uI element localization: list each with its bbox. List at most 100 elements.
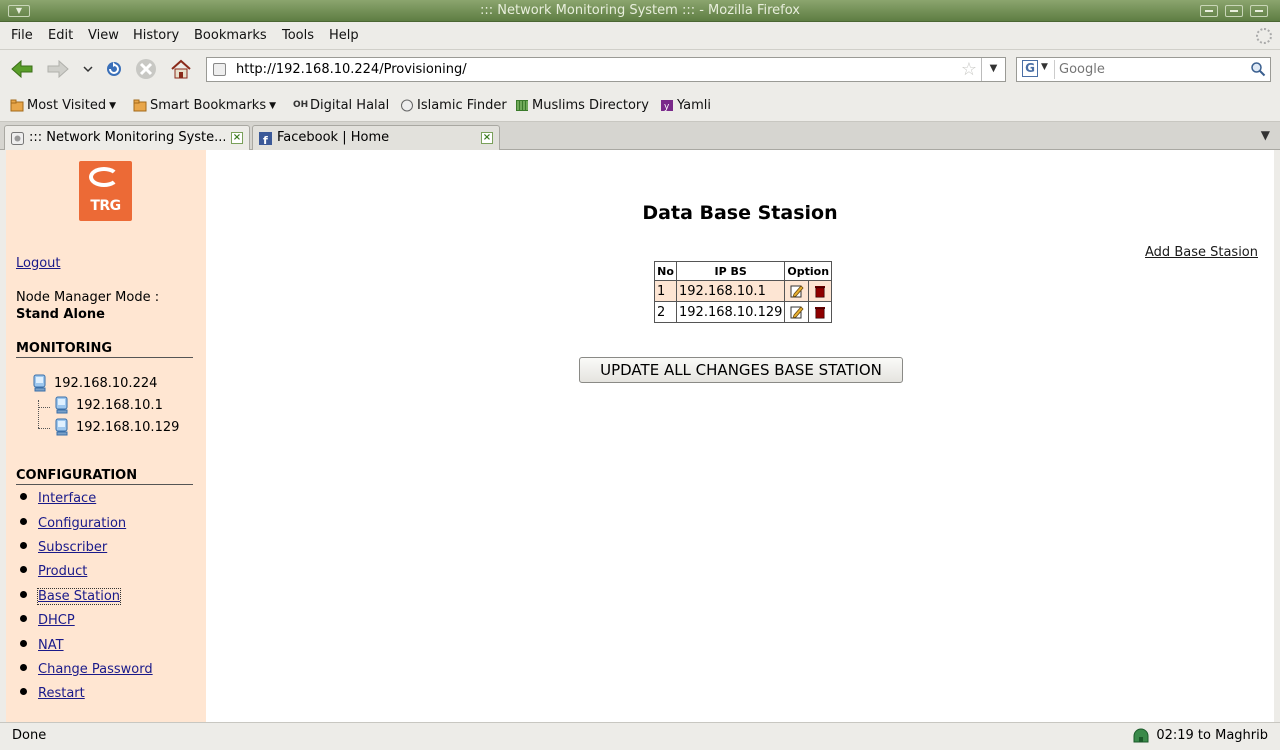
page-icon: [401, 99, 413, 112]
history-dropdown-button[interactable]: [76, 58, 100, 80]
trg-logo: TRG: [79, 161, 132, 221]
bullet-icon: [20, 493, 27, 500]
bookmark-smart-bookmarks[interactable]: Smart Bookmarks ▼: [133, 98, 276, 113]
reload-button[interactable]: [102, 58, 126, 80]
stop-icon: [136, 59, 156, 79]
tab-facebook[interactable]: f Facebook | Home ×: [252, 125, 500, 150]
computer-icon: [33, 374, 46, 392]
config-link-configuration[interactable]: Configuration: [38, 516, 126, 531]
search-bar[interactable]: G ▼: [1016, 57, 1271, 82]
search-input[interactable]: [1059, 61, 1249, 78]
status-bar: Done 02:19 to Maghrib: [0, 722, 1280, 750]
chevron-down-icon: ▼: [109, 100, 117, 111]
menu-edit[interactable]: Edit: [48, 28, 73, 43]
menu-help[interactable]: Help: [329, 28, 359, 43]
bookmark-digital-halal[interactable]: OH Digital Halal: [293, 98, 389, 113]
yamli-icon: y: [661, 100, 673, 112]
menu-bar: File Edit View History Bookmarks Tools H…: [0, 22, 1280, 50]
svg-text:f: f: [263, 134, 268, 145]
config-link-change-password[interactable]: Change Password: [38, 662, 153, 677]
chevron-down-icon: ▼: [269, 100, 277, 111]
address-bar[interactable]: http://192.168.10.224/Provisioning/ ☆ ▼: [206, 57, 1006, 82]
tab-list-chevron-icon[interactable]: ▼: [1261, 128, 1270, 142]
digital-halal-icon: OH: [293, 100, 309, 110]
url-text[interactable]: http://192.168.10.224/Provisioning/: [236, 62, 467, 77]
menu-tools[interactable]: Tools: [282, 28, 314, 43]
minimize-button[interactable]: [1200, 5, 1218, 17]
table-row: 2 192.168.10.129: [654, 301, 833, 323]
config-link-dhcp[interactable]: DHCP: [38, 613, 75, 628]
bookmark-muslims-directory[interactable]: Muslims Directory: [515, 98, 649, 113]
config-link-nat[interactable]: NAT: [38, 638, 64, 653]
tree-node-root[interactable]: 192.168.10.224: [32, 374, 157, 392]
prayer-time-text: 02:19 to Maghrib: [1156, 727, 1268, 743]
add-base-station-link[interactable]: Add Base Stasion: [1145, 245, 1258, 260]
mode-value: Stand Alone: [16, 307, 105, 322]
edit-cell: [784, 301, 809, 323]
bookmark-yamli[interactable]: y Yamli: [660, 98, 711, 113]
throbber-icon: [1256, 28, 1272, 44]
url-history-dropdown[interactable]: ▼: [981, 58, 1005, 81]
page-content: TRG Logout Node Manager Mode : Stand Alo…: [6, 150, 1274, 722]
trash-icon[interactable]: [813, 284, 827, 298]
close-tab-icon[interactable]: ×: [231, 132, 243, 144]
bullet-icon: [20, 566, 27, 573]
trash-icon[interactable]: [813, 305, 827, 319]
edit-icon[interactable]: [790, 284, 804, 298]
tab-network-monitoring[interactable]: ::: Network Monitoring Syste... ×: [4, 125, 250, 151]
close-window-button[interactable]: [1250, 5, 1268, 17]
config-link-base-station[interactable]: Base Station: [36, 588, 122, 605]
bookmark-islamic-finder[interactable]: Islamic Finder: [400, 98, 507, 113]
folder-icon: [10, 99, 24, 112]
config-link-interface[interactable]: Interface: [38, 491, 96, 506]
window-title-bar: ▼ ::: Network Monitoring System ::: - Mo…: [0, 0, 1280, 22]
config-link-restart[interactable]: Restart: [38, 686, 85, 701]
bookmark-most-visited[interactable]: Most Visited ▼: [10, 98, 116, 113]
tree-node-label: 192.168.10.129: [76, 419, 180, 435]
cell-no: 2: [654, 301, 677, 323]
back-arrow-icon: [11, 60, 33, 78]
bullet-icon: [20, 664, 27, 671]
tab-strip: ::: Network Monitoring Syste... × f Face…: [0, 122, 1280, 151]
bookmarks-toolbar: Most Visited ▼ Smart Bookmarks ▼ OH Digi…: [0, 88, 1280, 122]
configuration-heading: CONFIGURATION: [16, 468, 193, 485]
column-header-option: Option: [784, 261, 833, 281]
menu-view[interactable]: View: [88, 28, 119, 43]
bookmark-star-icon[interactable]: ☆: [961, 59, 977, 80]
config-link-product[interactable]: Product: [38, 564, 87, 579]
site-identity-icon[interactable]: [213, 63, 226, 76]
tab-label: ::: Network Monitoring Syste...: [29, 130, 225, 145]
base-station-table: No IP BS Option 1 192.168.10.1 2 192.168…: [654, 261, 833, 323]
window-frame-right: [1274, 150, 1280, 722]
monitoring-heading: MONITORING: [16, 341, 193, 358]
bullet-icon: [20, 688, 27, 695]
facebook-icon: f: [259, 132, 272, 145]
close-tab-icon[interactable]: ×: [481, 132, 493, 144]
tree-connector: [38, 407, 50, 408]
directory-icon: [516, 100, 528, 111]
tree-node-child[interactable]: 192.168.10.129: [54, 418, 179, 436]
home-button[interactable]: [169, 58, 193, 80]
menu-file[interactable]: File: [11, 28, 33, 43]
search-engine-selector[interactable]: G ▼: [1019, 60, 1055, 79]
back-button[interactable]: [10, 58, 34, 80]
menu-bookmarks[interactable]: Bookmarks: [194, 28, 267, 43]
maximize-button[interactable]: [1225, 5, 1243, 17]
cell-no: 1: [654, 280, 677, 302]
stop-button[interactable]: [134, 58, 158, 80]
config-link-subscriber[interactable]: Subscriber: [38, 540, 107, 555]
edit-cell: [784, 280, 809, 302]
status-text: Done: [12, 728, 47, 743]
delete-cell: [807, 280, 833, 302]
prayer-times-widget[interactable]: 02:19 to Maghrib: [1132, 727, 1268, 743]
forward-button[interactable]: [46, 58, 70, 80]
page-title: Data Base Stasion: [642, 202, 838, 224]
logout-link[interactable]: Logout: [16, 256, 61, 271]
delete-cell: [807, 301, 833, 323]
menu-history[interactable]: History: [133, 28, 179, 43]
search-icon[interactable]: [1250, 61, 1266, 77]
edit-icon[interactable]: [790, 305, 804, 319]
chevron-down-icon: ▼: [1041, 62, 1048, 72]
tree-node-child[interactable]: 192.168.10.1: [54, 396, 163, 414]
update-all-changes-button[interactable]: UPDATE ALL CHANGES BASE STATION: [579, 357, 903, 383]
